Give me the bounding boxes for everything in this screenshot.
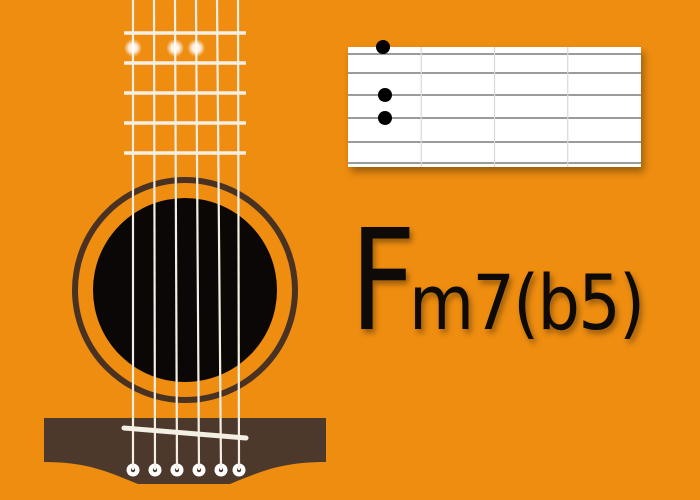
chord-diagram-dot-1 bbox=[376, 40, 390, 54]
chord-diagram-dot-3 bbox=[378, 111, 392, 125]
bridge bbox=[44, 418, 326, 484]
neck-frets bbox=[124, 31, 246, 155]
chord-root: F bbox=[350, 200, 416, 363]
bridge-body bbox=[44, 418, 326, 484]
chord-quality: m7(b5) bbox=[408, 258, 645, 347]
chord-name: Fm7(b5) bbox=[350, 212, 675, 352]
neck-highlight-glow-3 bbox=[187, 39, 206, 57]
sound-hole-opening bbox=[93, 198, 277, 382]
chord-diagram-dot-2 bbox=[378, 88, 392, 102]
neck-highlights bbox=[124, 39, 206, 57]
chord-diagram bbox=[348, 40, 641, 167]
neck-highlight-glow-1 bbox=[124, 39, 142, 57]
guitar-string-6 bbox=[236, 0, 241, 471]
sound-hole bbox=[72, 177, 298, 403]
guitar-string-2 bbox=[152, 0, 157, 471]
neck-highlight-glow-2 bbox=[166, 39, 185, 57]
